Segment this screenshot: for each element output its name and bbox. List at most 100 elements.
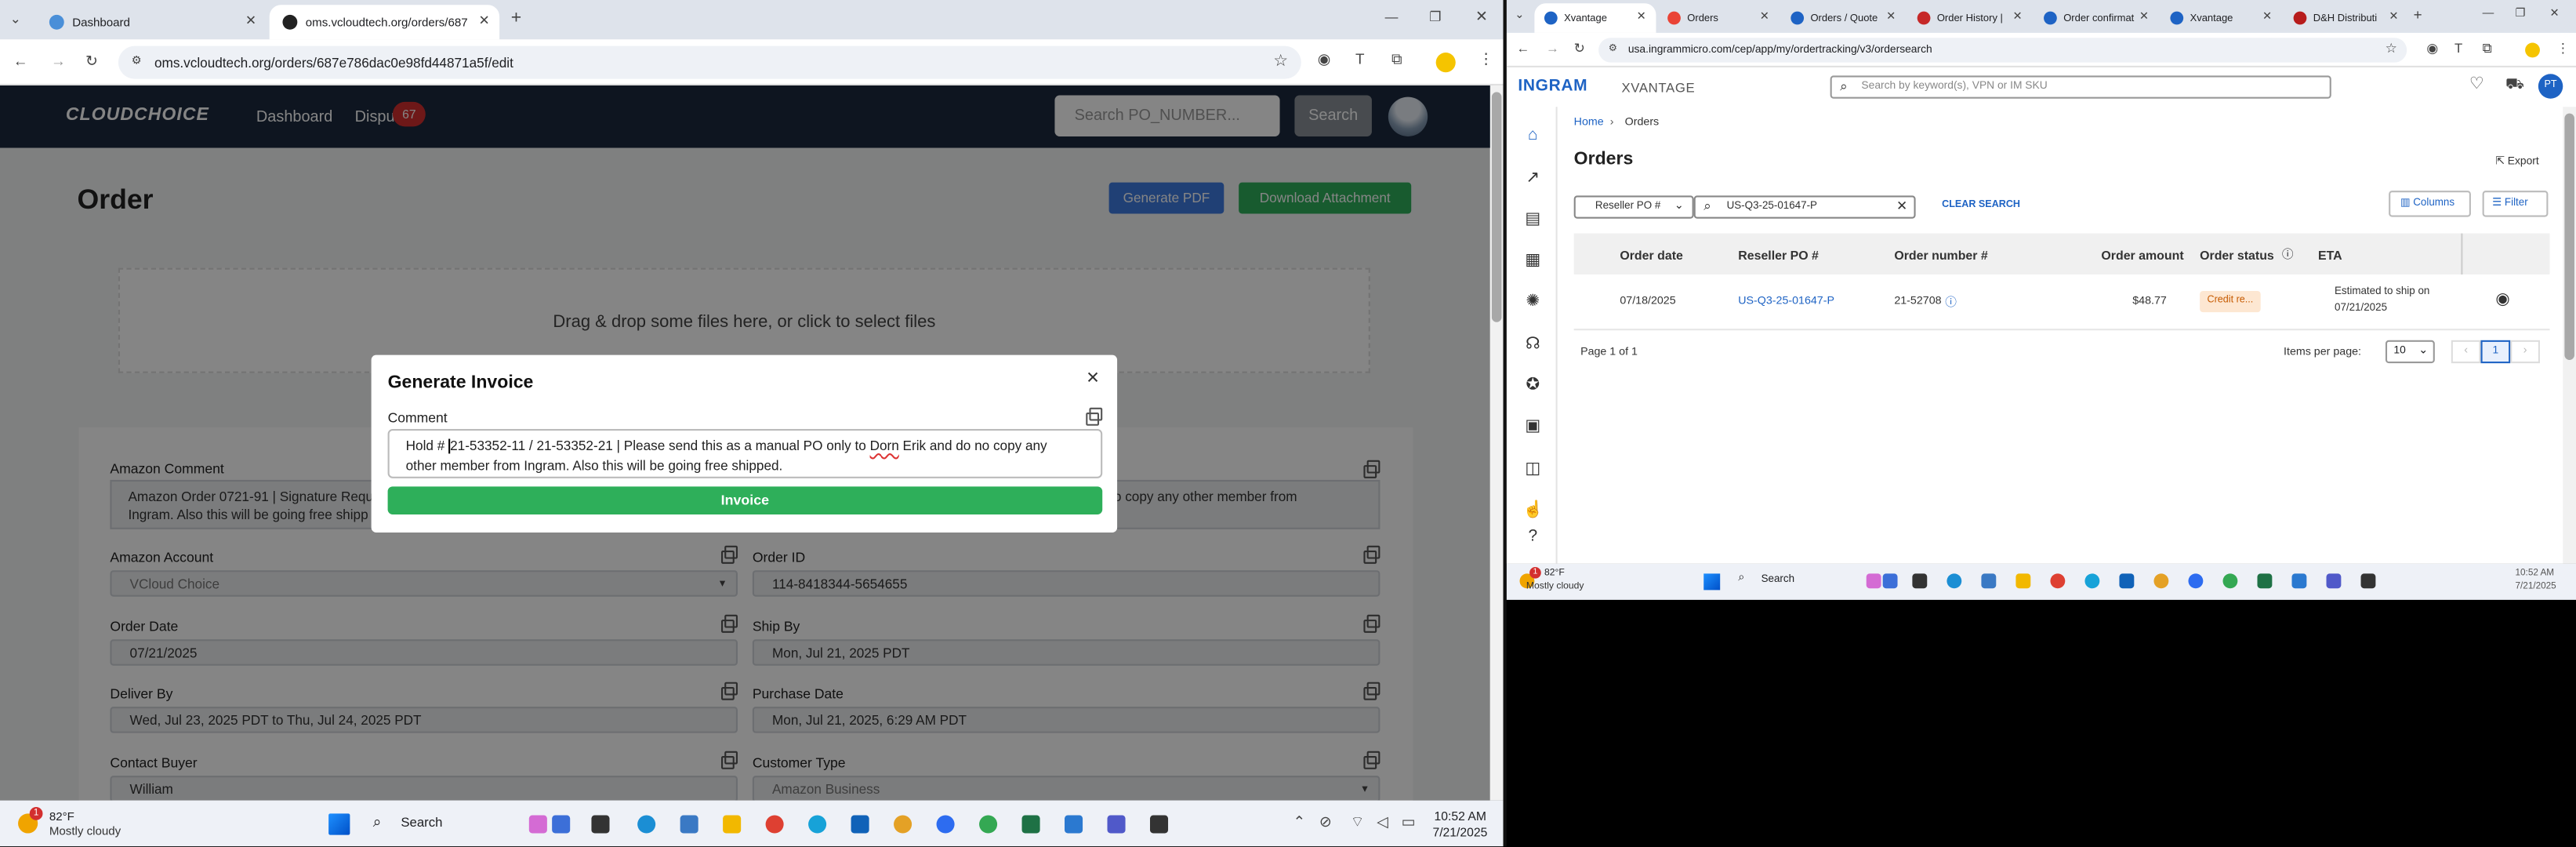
scrollbar-thumb[interactable] [1491, 92, 1502, 322]
battery-icon[interactable]: ▭ [1402, 814, 1416, 830]
weather-widget[interactable]: 1 82°F Mostly cloudy [13, 806, 145, 840]
tab-order-confirmation[interactable]: Order confirmat ✕ [2034, 3, 2158, 33]
close-tab-icon[interactable]: ✕ [1637, 10, 1646, 24]
new-tab-icon[interactable]: + [2414, 7, 2422, 23]
filter-type-select[interactable]: Reseller PO # ⌄ [1573, 195, 1694, 219]
tab-order-history[interactable]: Order History | ✕ [1907, 3, 2032, 33]
back-icon[interactable]: ← [1516, 42, 1529, 56]
minimize-icon[interactable]: — [2483, 8, 2494, 20]
chrome-icon-3[interactable] [2222, 573, 2238, 589]
file-explorer-icon[interactable] [1912, 573, 1928, 589]
close-tab-icon[interactable]: ✕ [478, 13, 489, 28]
forward-icon[interactable]: → [51, 53, 66, 69]
close-tab-icon[interactable]: ✕ [1886, 10, 1896, 24]
weather-temp[interactable]: 82°F [1544, 569, 1565, 579]
col-reseller-po[interactable]: Reseller PO # [1738, 248, 1819, 263]
table-row[interactable]: 07/18/2025 US-Q3-25-01647-P 21-52708 ⓘ $… [1573, 274, 2550, 331]
folder-icon[interactable] [723, 815, 742, 834]
edge-icon-2[interactable] [808, 815, 827, 834]
edge-icon[interactable] [1947, 573, 1962, 589]
tray-chevron-icon[interactable]: ⌃ [1293, 814, 1305, 830]
file-explorer-icon[interactable] [591, 815, 610, 834]
filter-search-input[interactable]: ⌕ US-Q3-25-01647-P ✕ [1693, 195, 1916, 219]
windows-start-icon[interactable] [328, 813, 350, 835]
ingram-search-input[interactable]: ⌕ Search by keyword(s), VPN or IM SKU [1830, 75, 2331, 99]
close-tab-icon[interactable]: ✕ [1760, 10, 1769, 24]
bookmark-star-icon[interactable]: ☆ [1273, 53, 1288, 71]
menu-kebab-icon[interactable]: ⋮ [1478, 52, 1493, 67]
ingram-logo[interactable]: INGRAM [1518, 77, 1587, 95]
outlook-icon[interactable] [851, 815, 869, 834]
url-bar[interactable]: ⚙ usa.ingrammicro.com/cep/app/my/ordertr… [1598, 38, 2407, 63]
col-eta[interactable]: ETA [2318, 248, 2342, 263]
feedback-icon[interactable]: ☝ [1523, 501, 1544, 521]
next-page-button[interactable]: › [2510, 340, 2540, 364]
close-tab-icon[interactable]: ✕ [2139, 10, 2149, 24]
reload-icon[interactable]: ↻ [1574, 42, 1585, 56]
row-reseller-po-link[interactable]: US-Q3-25-01647-P [1738, 296, 1834, 307]
support-icon[interactable]: ☊ [1523, 336, 1543, 355]
url-bar[interactable]: ⚙ oms.vcloudtech.org/orders/687e786dac0e… [118, 45, 1301, 79]
rewards-icon[interactable]: ✪ [1523, 376, 1543, 396]
filter-button[interactable]: ☰ Filter [2482, 191, 2549, 217]
reading-icon[interactable]: T [1355, 52, 1365, 67]
close-window-icon[interactable]: ✕ [2550, 8, 2560, 20]
sticky-notes-icon[interactable] [1149, 815, 1169, 834]
page-1-button[interactable]: 1 [2480, 340, 2511, 364]
forward-icon[interactable]: → [1546, 42, 1559, 56]
widgets-icon[interactable] [528, 815, 547, 834]
taskbar-search-label[interactable]: Search [1761, 573, 1794, 585]
zoom-icon[interactable] [2188, 573, 2204, 589]
teams-icon[interactable] [2326, 573, 2342, 589]
page-scrollbar[interactable] [1489, 85, 1504, 801]
menu-kebab-icon[interactable]: ⋮ [2556, 42, 2570, 56]
help-icon[interactable]: ? [1523, 528, 1543, 547]
col-order-date[interactable]: Order date [1620, 248, 1682, 263]
widgets-icon[interactable] [1866, 573, 1881, 589]
breadcrumb-home[interactable]: Home [1574, 117, 1604, 129]
chrome-icon-3[interactable] [979, 815, 998, 834]
calculator-icon[interactable] [680, 815, 698, 834]
extensions-puzzle-icon[interactable]: ⧉ [2483, 42, 2492, 56]
taskbar-search[interactable]: ⌕ Search [365, 809, 513, 838]
wifi-icon[interactable]: ⌔ [1351, 814, 1365, 830]
site-info-icon[interactable]: ⚙ [132, 56, 142, 67]
view-eye-icon[interactable]: ◉ [2495, 291, 2509, 309]
billing-icon[interactable]: ▦ [1523, 252, 1543, 271]
extension-icon[interactable]: ◉ [1318, 52, 1330, 67]
close-tab-icon[interactable]: ✕ [245, 13, 256, 28]
restore-icon[interactable]: ❐ [2516, 8, 2526, 20]
tab-search-icon[interactable]: ⌄ [1515, 10, 1524, 22]
catalog-icon[interactable]: ▤ [1523, 210, 1543, 230]
new-tab-icon[interactable]: + [511, 9, 521, 28]
profile-avatar[interactable] [1435, 53, 1456, 73]
restore-icon[interactable]: ❐ [1429, 11, 1441, 25]
clock-time[interactable]: 10:52 AM [1435, 809, 1486, 823]
clock-date[interactable]: 7/21/2025 [1432, 825, 1487, 840]
tab-search-icon[interactable]: ⌄ [10, 13, 21, 27]
tab-oms-order[interactable]: oms.vcloudtech.org/orders/687 ✕ [269, 5, 500, 40]
clock-time[interactable]: 10:52 AM [2516, 569, 2555, 579]
right-scrollbar[interactable] [2563, 107, 2576, 564]
user-avatar[interactable]: PT [2538, 74, 2563, 99]
tab-dh-distribution[interactable]: D&H Distributi ✕ [2284, 3, 2408, 33]
copilot-icon[interactable] [1882, 573, 1898, 589]
chrome-icon[interactable] [2050, 573, 2066, 589]
teams-icon[interactable] [1107, 815, 1126, 834]
copy-comment-icon[interactable] [1086, 407, 1103, 426]
windows-start-icon[interactable] [1703, 573, 1721, 591]
edge-icon-2[interactable] [2084, 573, 2100, 589]
extension-icon[interactable]: ◉ [2426, 42, 2438, 56]
orders-bag-icon[interactable]: ◫ [1523, 460, 1543, 480]
weather-desc[interactable]: Mostly cloudy [1526, 582, 1584, 592]
calendar-icon[interactable]: ▣ [1523, 417, 1543, 437]
tab-xvantage-2[interactable]: Xvantage ✕ [2161, 3, 2282, 33]
col-order-status[interactable]: Order status [2200, 248, 2274, 263]
favorites-heart-icon[interactable]: ♡ [2469, 76, 2484, 93]
tray-app-icon[interactable]: ⊘ [1319, 814, 1332, 830]
cart-icon[interactable]: ⛟ [2505, 76, 2524, 92]
reading-icon[interactable]: T [2454, 42, 2462, 56]
ideas-icon[interactable]: ✺ [1523, 293, 1543, 312]
tab-orders[interactable]: Orders ✕ [1658, 3, 1780, 33]
volume-icon[interactable]: ◁ [1377, 814, 1388, 830]
